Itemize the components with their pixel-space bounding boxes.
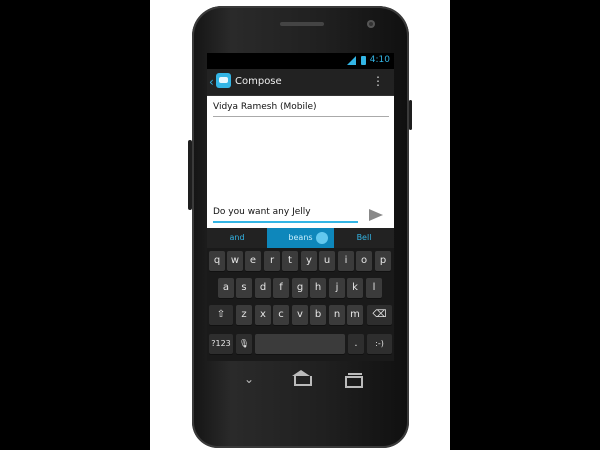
overflow-menu-icon[interactable]: ⋮ [372,74,384,88]
home-nav-icon[interactable] [291,370,312,388]
action-bar-title: Compose [235,76,282,87]
status-bar: 4:10 [207,53,394,69]
symbols-key[interactable]: ?123 [209,334,233,354]
recent-apps-front-shape [345,376,363,388]
recipient-field[interactable]: Vidya Ramesh (Mobile) [213,102,389,117]
suggestion-center[interactable]: beans [267,228,334,248]
suggestion-left[interactable]: and [207,228,267,248]
key-x[interactable]: x [255,305,271,325]
key-h[interactable]: h [310,278,326,298]
key-g[interactable]: g [292,278,308,298]
key-p[interactable]: p [375,251,391,271]
key-o[interactable]: o [356,251,372,271]
key-n[interactable]: n [329,305,345,325]
suggestion-right[interactable]: Bell [334,228,394,248]
suggestion-center-label: beans [288,233,313,242]
up-chevron-icon[interactable]: ‹ [209,75,214,89]
earpiece-speaker [280,22,324,26]
battery-icon [361,56,366,65]
key-y[interactable]: y [301,251,317,271]
compose-area: Vidya Ramesh (Mobile) Do you want any Je… [207,96,394,228]
shift-key-icon[interactable]: ⇧ [209,305,233,325]
key-w[interactable]: w [227,251,243,271]
key-u[interactable]: u [319,251,335,271]
key-m[interactable]: m [347,305,363,325]
key-a[interactable]: a [218,278,234,298]
key-c[interactable]: c [273,305,289,325]
recent-apps-nav-icon[interactable] [343,370,363,388]
delete-key-icon[interactable]: ⌫ [367,305,392,325]
front-camera [367,20,375,28]
key-k[interactable]: k [347,278,363,298]
touch-indicator [316,232,328,244]
key-l[interactable]: l [366,278,382,298]
emoji-key[interactable]: :-) [367,334,392,354]
key-i[interactable]: i [338,251,354,271]
suggestion-strip: and beans Bell [207,228,394,248]
send-icon[interactable] [369,209,383,221]
period-key[interactable]: . [348,334,364,354]
back-nav-icon[interactable]: ⌄ [239,370,259,388]
key-t[interactable]: t [282,251,298,271]
signal-icon [347,56,356,65]
phone-screen: 4:10 ‹ Compose ⋮ Vidya Ramesh (Mobile) D… [207,53,394,361]
key-q[interactable]: q [209,251,225,271]
message-input[interactable]: Do you want any Jelly [213,207,358,223]
on-screen-keyboard: q w e r t y u i o p a s d f g h j k l ⇧ … [207,248,394,361]
messaging-app-icon[interactable] [216,73,231,88]
space-bar[interactable] [255,334,345,354]
key-b[interactable]: b [310,305,326,325]
recent-apps-back-shape [348,373,362,375]
key-s[interactable]: s [236,278,252,298]
key-v[interactable]: v [292,305,308,325]
home-base-shape [294,376,312,386]
key-j[interactable]: j [329,278,345,298]
navigation-bar: ⌄ [207,364,394,394]
key-f[interactable]: f [273,278,289,298]
power-button [409,100,412,130]
key-e[interactable]: e [245,251,261,271]
key-r[interactable]: r [264,251,280,271]
key-d[interactable]: d [255,278,271,298]
action-bar: ‹ Compose ⋮ [207,69,394,96]
status-time: 4:10 [369,55,390,65]
mic-key-icon[interactable]: 🎙 [236,334,252,354]
key-z[interactable]: z [236,305,252,325]
